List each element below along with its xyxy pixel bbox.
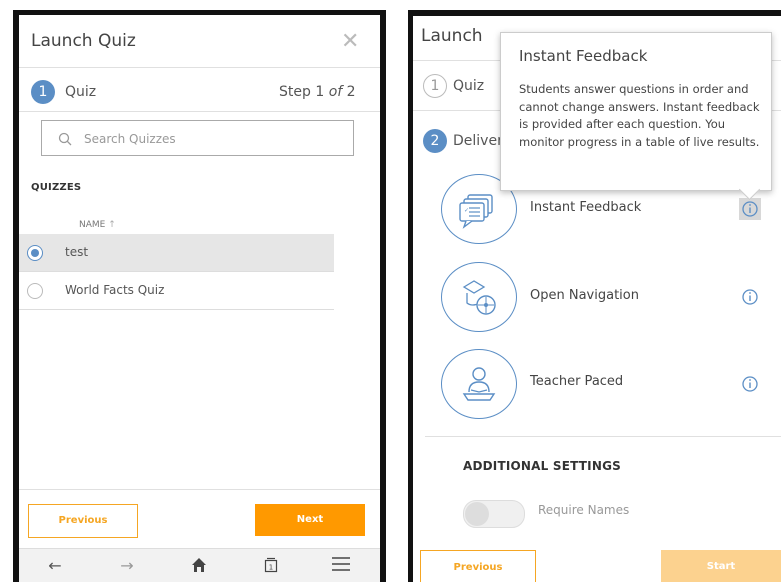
left-phone-frame: Launch Quiz ✕ 1 Quiz Step 1 of 2 Search … — [13, 10, 386, 582]
dialog-title: Launch — [421, 26, 483, 46]
teacher-icon[interactable] — [441, 349, 517, 419]
previous-button[interactable]: Previous — [420, 550, 536, 582]
delivery-option-label[interactable]: Instant Feedback — [530, 200, 641, 215]
svg-text:✓: ✓ — [464, 207, 469, 214]
back-arrow-icon[interactable]: ← — [43, 557, 67, 575]
divider — [425, 436, 781, 437]
start-button[interactable]: Start — [661, 550, 781, 582]
step-counter: Step 1 of 2 — [279, 84, 356, 100]
sort-ascending-icon: ↑ — [108, 220, 116, 230]
toggle-knob — [465, 502, 489, 526]
previous-button[interactable]: Previous — [28, 504, 138, 538]
menu-icon[interactable] — [329, 557, 353, 575]
divider — [19, 67, 380, 68]
step-number-badge: 2 — [423, 129, 447, 153]
step-label: Quiz — [65, 84, 97, 100]
instant-feedback-tooltip: Instant Feedback Students answer questio… — [500, 32, 772, 191]
info-icon[interactable] — [739, 286, 761, 308]
name-column-header[interactable]: NAME ↑ — [79, 220, 116, 230]
step-label: Quiz — [453, 78, 485, 94]
require-names-toggle[interactable] — [463, 500, 525, 528]
step-number-badge: 1 — [423, 74, 447, 98]
next-button[interactable]: Next — [255, 504, 365, 536]
compass-icon[interactable] — [441, 262, 517, 332]
additional-settings-heading: ADDITIONAL SETTINGS — [463, 459, 621, 473]
tabs-icon[interactable]: 1 — [259, 557, 283, 575]
quiz-row[interactable]: test — [19, 234, 334, 272]
launch-quiz-step1-screen: Launch Quiz ✕ 1 Quiz Step 1 of 2 Search … — [19, 15, 380, 582]
require-names-label: Require Names — [538, 503, 630, 517]
delivery-option-label[interactable]: Open Navigation — [530, 288, 639, 303]
tooltip-body: Students answer questions in order and c… — [519, 82, 760, 149]
launch-quiz-step2-screen: Launch 1 Quiz 2 Delivery ✓ Instant Feedb… — [413, 16, 781, 582]
radio-button[interactable] — [27, 283, 43, 299]
quiz-name: World Facts Quiz — [65, 283, 165, 297]
quiz-row[interactable]: World Facts Quiz — [19, 272, 334, 310]
divider — [19, 489, 380, 490]
info-icon[interactable] — [739, 373, 761, 395]
info-icon[interactable] — [739, 198, 761, 220]
home-icon[interactable] — [187, 557, 211, 575]
search-placeholder: Search Quizzes — [84, 132, 176, 146]
divider — [19, 111, 380, 112]
quizzes-heading: QUIZZES — [31, 182, 82, 193]
right-phone-frame: Launch 1 Quiz 2 Delivery ✓ Instant Feedb… — [408, 10, 781, 582]
forward-arrow-icon[interactable]: → — [115, 557, 139, 575]
quiz-name: test — [65, 245, 89, 259]
step-number-badge: 1 — [31, 80, 55, 104]
tooltip-title: Instant Feedback — [519, 47, 648, 65]
browser-nav-bar: ← → 1 — [19, 548, 380, 582]
svg-text:1: 1 — [269, 564, 273, 572]
radio-button[interactable] — [27, 245, 43, 261]
delivery-option-label[interactable]: Teacher Paced — [530, 374, 623, 389]
close-icon[interactable]: ✕ — [341, 31, 359, 53]
search-icon — [58, 132, 72, 146]
search-quizzes-input[interactable]: Search Quizzes — [41, 120, 354, 156]
dialog-title: Launch Quiz — [31, 31, 136, 51]
